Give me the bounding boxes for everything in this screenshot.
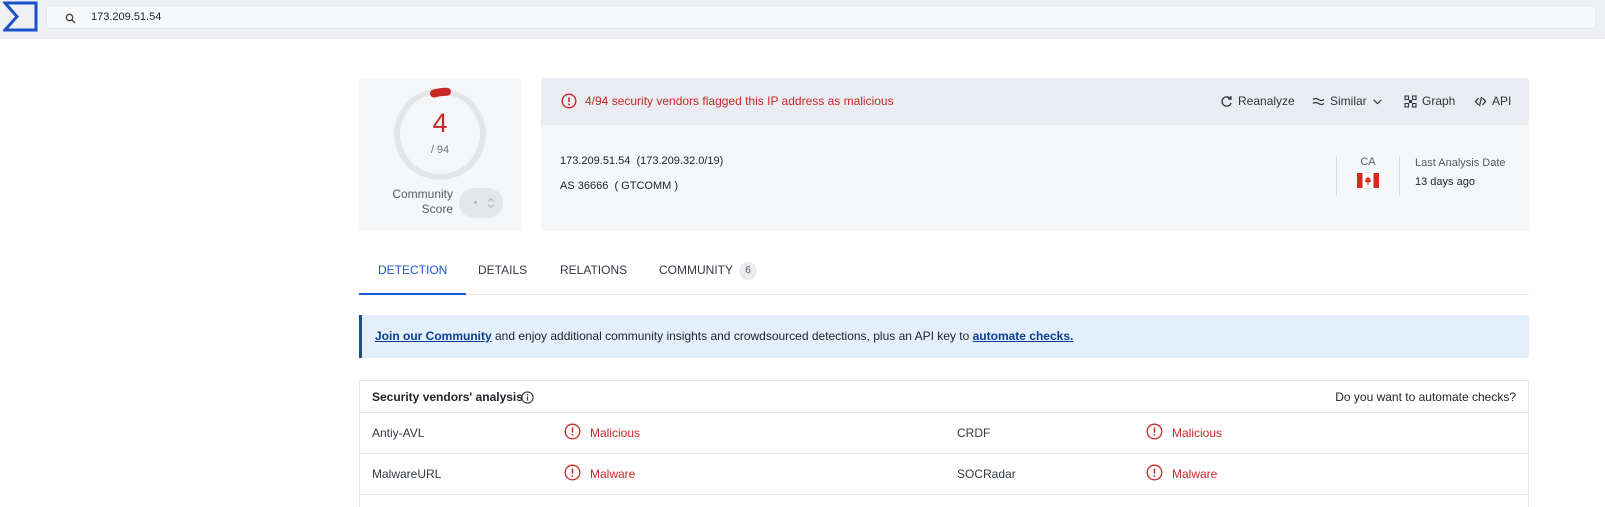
tab-relations[interactable]: RELATIONS [541, 253, 646, 295]
automate-checks-link[interactable]: automate checks. [973, 329, 1074, 343]
as-line: AS 36666 ( GTCOMM ) [560, 180, 678, 192]
vendor-name: Antiy-AVL [372, 426, 425, 440]
ip-range[interactable]: (173.209.32.0/19) [636, 155, 723, 167]
reanalyze-button[interactable]: Reanalyze [1220, 94, 1295, 108]
join-community-link[interactable]: Join our Community [375, 329, 492, 343]
reanalyze-label: Reanalyze [1238, 94, 1295, 108]
tab-details[interactable]: DETAILS [459, 253, 546, 295]
ip-info-card: 4/94 security vendors flagged this IP ad… [541, 78, 1529, 231]
reanalyze-icon [1221, 95, 1232, 107]
country-block: CA [1336, 156, 1400, 196]
malicious-icon [1146, 423, 1163, 440]
vendor-result: Malware [590, 467, 636, 481]
as-number[interactable]: AS 36666 [560, 180, 608, 192]
top-bar [0, 0, 1605, 39]
table-row: MalwareURL Malware SOCRadar Malware [360, 454, 1528, 495]
chevron-down-icon [1372, 98, 1382, 104]
info-icon[interactable] [521, 391, 534, 404]
malicious-icon [1146, 464, 1163, 481]
community-count-badge: 6 [739, 261, 757, 280]
banner-text: and enjoy additional community insights … [491, 329, 973, 343]
tab-community[interactable]: COMMUNITY 6 [640, 253, 776, 295]
virustotal-logo[interactable] [3, 1, 38, 32]
tab-bar: DETECTION DETAILS RELATIONS COMMUNITY 6 [359, 253, 1529, 295]
last-analysis-value: 13 days ago [1415, 176, 1475, 188]
vendors-header: Security vendors' analysis Do you want t… [360, 381, 1528, 413]
vendor-name: CRDF [957, 426, 991, 440]
ip-address-line: 173.209.51.54 (173.209.32.0/19) [560, 155, 723, 167]
search-bar[interactable] [46, 5, 1596, 29]
warning-icon [561, 93, 577, 109]
vendor-name: SOCRadar [957, 467, 1016, 481]
table-row: Antiy-AVL Malicious CRDF Malicious [360, 413, 1528, 454]
tab-community-label: COMMUNITY [659, 263, 733, 277]
vendor-result: Malicious [590, 426, 641, 440]
automate-checks-question[interactable]: Do you want to automate checks? [1335, 390, 1516, 404]
last-analysis-label: Last Analysis Date [1415, 157, 1506, 169]
community-score-label: Community Score [392, 187, 453, 216]
search-input[interactable] [91, 7, 691, 27]
community-score-vote-toggle[interactable] [459, 188, 503, 218]
vendors-title: Security vendors' analysis [372, 390, 523, 404]
api-label: API [1492, 94, 1512, 108]
tab-detection-label: DETECTION [378, 263, 448, 277]
api-button[interactable]: API [1474, 94, 1511, 108]
canada-flag-icon [1357, 173, 1379, 188]
ip-address[interactable]: 173.209.51.54 [560, 155, 630, 167]
vote-arrows-icon [487, 197, 495, 209]
alert-bar: 4/94 security vendors flagged this IP ad… [541, 78, 1529, 125]
detection-score-card: 4 / 94 Community Score [359, 78, 521, 230]
security-vendors-table: Security vendors' analysis Do you want t… [359, 380, 1529, 507]
graph-button[interactable]: Graph [1404, 94, 1455, 108]
detection-count: 4 [432, 108, 448, 138]
tab-details-label: DETAILS [478, 263, 528, 277]
malicious-icon [564, 464, 581, 481]
vendor-name: MalwareURL [372, 467, 442, 481]
detection-total: / 94 [430, 144, 450, 156]
alert-text: 4/94 security vendors flagged this IP ad… [585, 94, 894, 108]
search-icon [65, 13, 76, 24]
community-banner: Join our Community and enjoy additional … [359, 315, 1529, 358]
tab-detection[interactable]: DETECTION [359, 253, 467, 295]
malicious-icon [564, 423, 581, 440]
tab-relations-label: RELATIONS [560, 263, 628, 277]
graph-label: Graph [1422, 94, 1456, 108]
country-code: CA [1360, 156, 1376, 168]
similar-label: Similar [1330, 94, 1367, 108]
vendor-result: Malicious [1172, 426, 1223, 440]
graph-icon [1404, 94, 1417, 108]
api-icon [1474, 96, 1487, 106]
as-owner[interactable]: ( GTCOMM ) [614, 180, 678, 192]
similar-dropdown[interactable]: Similar [1312, 94, 1383, 108]
vendor-result: Malware [1172, 467, 1218, 481]
similar-icon [1312, 97, 1325, 105]
